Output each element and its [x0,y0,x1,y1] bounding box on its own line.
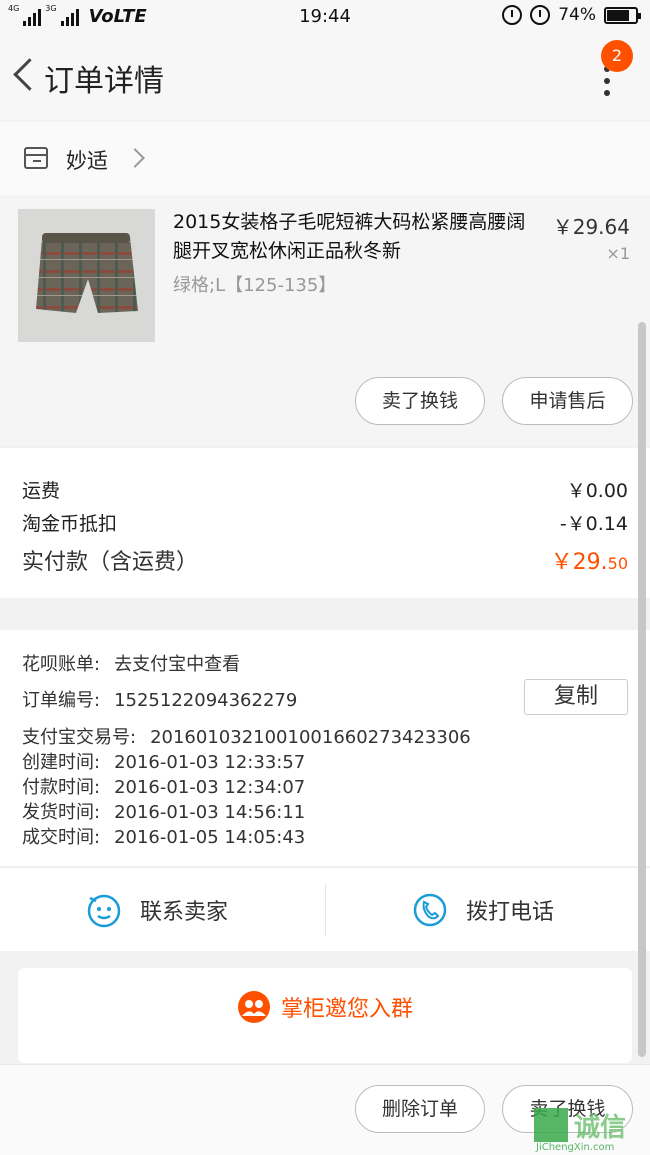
coin-label: 淘金币抵扣 [22,513,118,535]
alipay-label: 支付宝交易号: [22,727,137,748]
scrollbar[interactable] [638,322,646,1057]
done-value: 2016-01-05 14:05:43 [114,827,306,848]
sell-for-cash-button[interactable]: 卖了换钱 [355,377,485,425]
paid-value: 2016-01-03 12:34:07 [114,777,306,798]
alipay-value: 2016010321001001660273423306 [150,727,471,748]
paid-row: 付款时间: 2016-01-03 12:34:07 [22,773,305,799]
watermark-url: JiChengXin.com [536,1142,615,1153]
battery-percent: 74% [558,5,596,25]
group-invite[interactable]: 掌柜邀您入群 [18,990,632,1024]
group-icon [237,991,270,1023]
huabei-label: 花呗账单: [22,654,101,675]
product-quantity: ×1 [606,244,630,263]
delete-order-button[interactable]: 删除订单 [355,1085,485,1133]
shipped-value: 2016-01-03 14:56:11 [114,802,306,823]
status-icons: 74% [502,5,641,25]
total-label: 实付款（含运费） [22,550,199,575]
product-thumbnail[interactable] [18,209,155,342]
notification-badge[interactable]: 2 [601,40,633,72]
order-number-label: 订单编号: [22,690,101,711]
contact-bar: 联系卖家 拨打电话 [0,867,650,951]
order-info: 花呗账单: 去支付宝中查看 订单编号: 1525122094362279 复制 支付… [0,630,650,866]
back-arrow-icon[interactable] [12,58,34,92]
watermark: 诚信 JiChengXin.com [528,1104,650,1155]
product-price: ￥29.64 [552,215,630,239]
paid-label: 付款时间: [22,777,101,798]
huabei-link[interactable]: 去支付宝中查看 [114,650,240,676]
watermark-text: 诚信 [574,1113,627,1143]
alipay-row: 支付宝交易号: 2016010321001001660273423306 [22,723,471,749]
call-label: 拨打电话 [466,900,555,925]
shipped-label: 发货时间: [22,802,101,823]
rotation-lock-icon [502,5,523,25]
shipping-label: 运费 [22,480,61,502]
alarm-icon [530,5,551,25]
battery-fill [607,9,630,21]
total-decimal: 50 [607,554,628,573]
page-title: 订单详情 [44,64,164,99]
done-row: 成交时间: 2016-01-05 14:05:43 [22,823,305,849]
fee-summary: 运费 ￥0.00 淘金币抵扣 -￥0.14 实付款（含运费） ￥29.50 [0,448,650,598]
shipped-row: 发货时间: 2016-01-03 14:56:11 [22,798,305,824]
huabei-row: 花呗账单: 去支付宝中查看 [22,650,240,676]
total-value: ￥29.50 [551,544,628,576]
battery-icon [604,6,641,24]
contact-seller-button[interactable]: 联系卖家 [86,868,228,952]
product-sku: 绿格;L【125-135】 [173,275,337,296]
store-icon [24,147,48,169]
shop-name: 妙适 [66,149,108,173]
contact-seller-label: 联系卖家 [140,900,229,925]
created-value: 2016-01-03 12:33:57 [114,752,306,773]
shop-row[interactable]: 妙适 [0,122,650,196]
order-item[interactable]: 2015女装格子毛呢短裤大码松紧腰高腰阔腿开叉宽松休闲正品秋冬新 ￥29.64 … [0,198,650,446]
copy-button[interactable]: 复制 [524,679,628,715]
total-integer: ￥29. [550,550,608,575]
group-invite-card[interactable]: 掌柜邀您入群 [18,968,632,1063]
shipping-row: 运费 ￥0.00 [22,476,628,503]
total-row: 实付款（含运费） ￥29.50 [22,544,628,576]
order-number-row: 订单编号: 1525122094362279 [22,686,297,712]
shipping-value: ￥0.00 [566,480,628,502]
coin-value: -￥0.14 [559,513,628,535]
status-bar: 4G 3G VoLTE 19:44 74% [0,0,650,34]
phone-icon [413,893,447,927]
chat-face-icon [87,894,121,928]
watermark-logo [534,1108,568,1142]
contact-divider [325,884,326,936]
order-number-value: 1525122094362279 [114,690,298,711]
created-label: 创建时间: [22,752,101,773]
created-row: 创建时间: 2016-01-03 12:33:57 [22,748,305,774]
chevron-right-icon [125,148,145,168]
done-label: 成交时间: [22,827,101,848]
product-title[interactable]: 2015女装格子毛呢短裤大码松紧腰高腰阔腿开叉宽松休闲正品秋冬新 [173,208,533,266]
group-invite-label: 掌柜邀您入群 [280,997,413,1022]
after-sale-button[interactable]: 申请售后 [502,377,633,425]
coin-row: 淘金币抵扣 -￥0.14 [22,509,628,536]
app-header: 订单详情 2 [0,34,650,120]
call-button[interactable]: 拨打电话 [412,868,554,952]
